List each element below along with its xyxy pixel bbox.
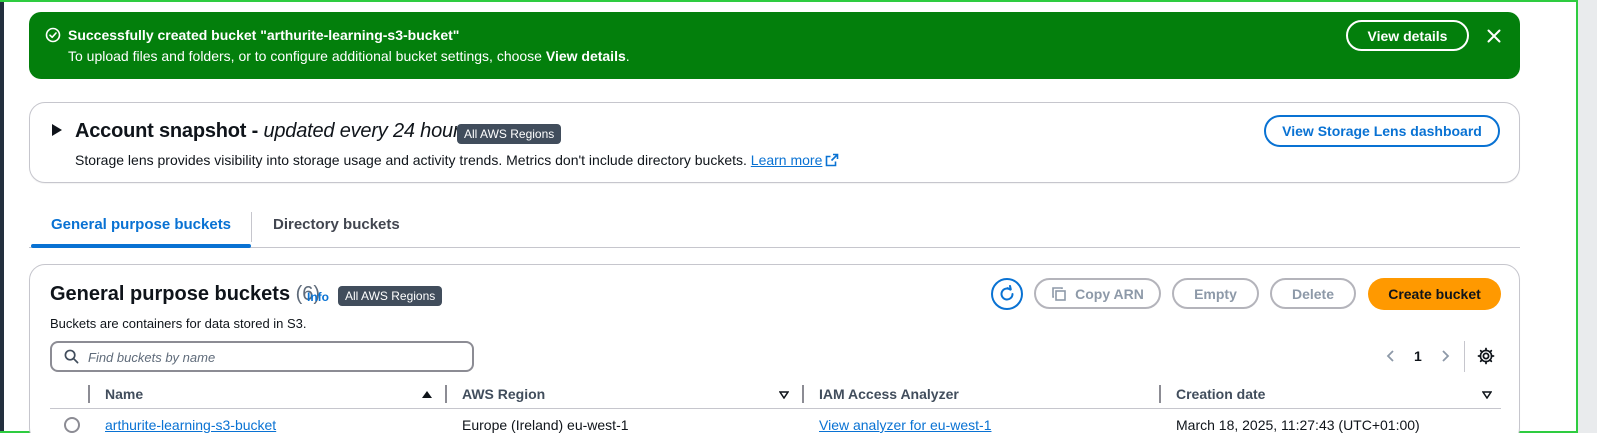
view-analyzer-link[interactable]: View analyzer for eu-west-1	[819, 417, 991, 433]
account-snapshot-panel: Account snapshot - updated every 24 hour…	[29, 102, 1520, 183]
copy-arn-label: Copy ARN	[1075, 285, 1144, 302]
page-number[interactable]: 1	[1414, 348, 1422, 364]
pagination: 1	[1384, 345, 1452, 367]
column-divider[interactable]	[1159, 385, 1161, 403]
row-select-radio[interactable]	[64, 417, 80, 433]
buckets-description: Buckets are containers for data stored i…	[50, 316, 307, 331]
tab-general-purpose-buckets[interactable]: General purpose buckets	[31, 208, 251, 248]
delete-button[interactable]: Delete	[1270, 278, 1356, 309]
view-details-button[interactable]: View details	[1346, 20, 1469, 51]
column-header-creation-date[interactable]: Creation date	[1176, 386, 1265, 402]
regions-badge: All AWS Regions	[338, 286, 443, 306]
copy-arn-button[interactable]: Copy ARN	[1034, 278, 1161, 309]
snapshot-title[interactable]: Account snapshot - updated every 24 hour…	[75, 120, 469, 143]
table-row[interactable]: arthurite-learning-s3-bucket Europe (Ire…	[50, 415, 1501, 433]
window-left-edge	[0, 0, 4, 433]
search-box[interactable]	[50, 341, 474, 372]
bucket-creation-date: March 18, 2025, 11:27:43 (UTC+01:00)	[1176, 417, 1420, 433]
info-link[interactable]: Info	[307, 290, 329, 304]
search-input[interactable]	[88, 346, 468, 368]
copy-icon	[1052, 286, 1066, 301]
snapshot-description: Storage lens provides visibility into st…	[75, 152, 839, 168]
empty-button[interactable]: Empty	[1172, 278, 1259, 309]
chevron-right-icon[interactable]	[1438, 349, 1452, 363]
expand-caret-icon[interactable]	[52, 124, 62, 136]
column-header-aws-region[interactable]: AWS Region	[462, 386, 545, 402]
regions-badge: All AWS Regions	[457, 124, 562, 144]
tab-directory-buckets[interactable]: Directory buckets	[273, 208, 400, 248]
sort-descending-icon[interactable]	[1482, 391, 1492, 399]
column-header-name[interactable]: Name	[105, 386, 143, 402]
flash-title: Successfully created bucket "arthurite-l…	[68, 27, 460, 43]
success-check-circle-icon	[45, 27, 61, 43]
table-header: Name AWS Region IAM Access Analyzer Crea…	[50, 379, 1501, 409]
refresh-button[interactable]	[991, 278, 1023, 310]
bucket-type-tabs: General purpose buckets Directory bucket…	[29, 208, 1520, 248]
search-icon	[64, 349, 79, 364]
buckets-heading: General purpose buckets (6)	[50, 283, 321, 305]
chevron-left-icon[interactable]	[1384, 349, 1398, 363]
gear-icon[interactable]	[1477, 347, 1495, 365]
column-divider	[88, 385, 90, 403]
general-purpose-buckets-panel: General purpose buckets (6) Info All AWS…	[29, 264, 1520, 433]
pager-divider	[1464, 341, 1465, 372]
refresh-icon	[1000, 285, 1014, 301]
success-flash-banner: Successfully created bucket "arthurite-l…	[29, 12, 1520, 79]
bucket-region: Europe (Ireland) eu-west-1	[462, 417, 629, 433]
sort-descending-icon[interactable]	[779, 391, 789, 399]
create-bucket-button[interactable]: Create bucket	[1368, 278, 1501, 310]
sort-ascending-icon[interactable]	[422, 391, 432, 398]
scrollbar-track[interactable]	[1577, 0, 1597, 433]
column-header-iam-access-analyzer[interactable]: IAM Access Analyzer	[819, 386, 959, 402]
tab-divider	[251, 212, 252, 242]
flash-message: To upload files and folders, or to confi…	[68, 48, 630, 64]
view-storage-lens-button[interactable]: View Storage Lens dashboard	[1264, 115, 1500, 147]
column-divider[interactable]	[445, 385, 447, 403]
column-divider[interactable]	[802, 385, 804, 403]
bucket-name-link[interactable]: arthurite-learning-s3-bucket	[105, 417, 276, 433]
learn-more-link[interactable]: Learn more	[751, 152, 823, 168]
window-right-border	[1576, 0, 1578, 433]
flash-message-bold: View details	[545, 48, 626, 64]
window-top-border	[0, 0, 1577, 2]
close-icon[interactable]	[1486, 28, 1502, 44]
external-link-icon	[826, 153, 839, 167]
